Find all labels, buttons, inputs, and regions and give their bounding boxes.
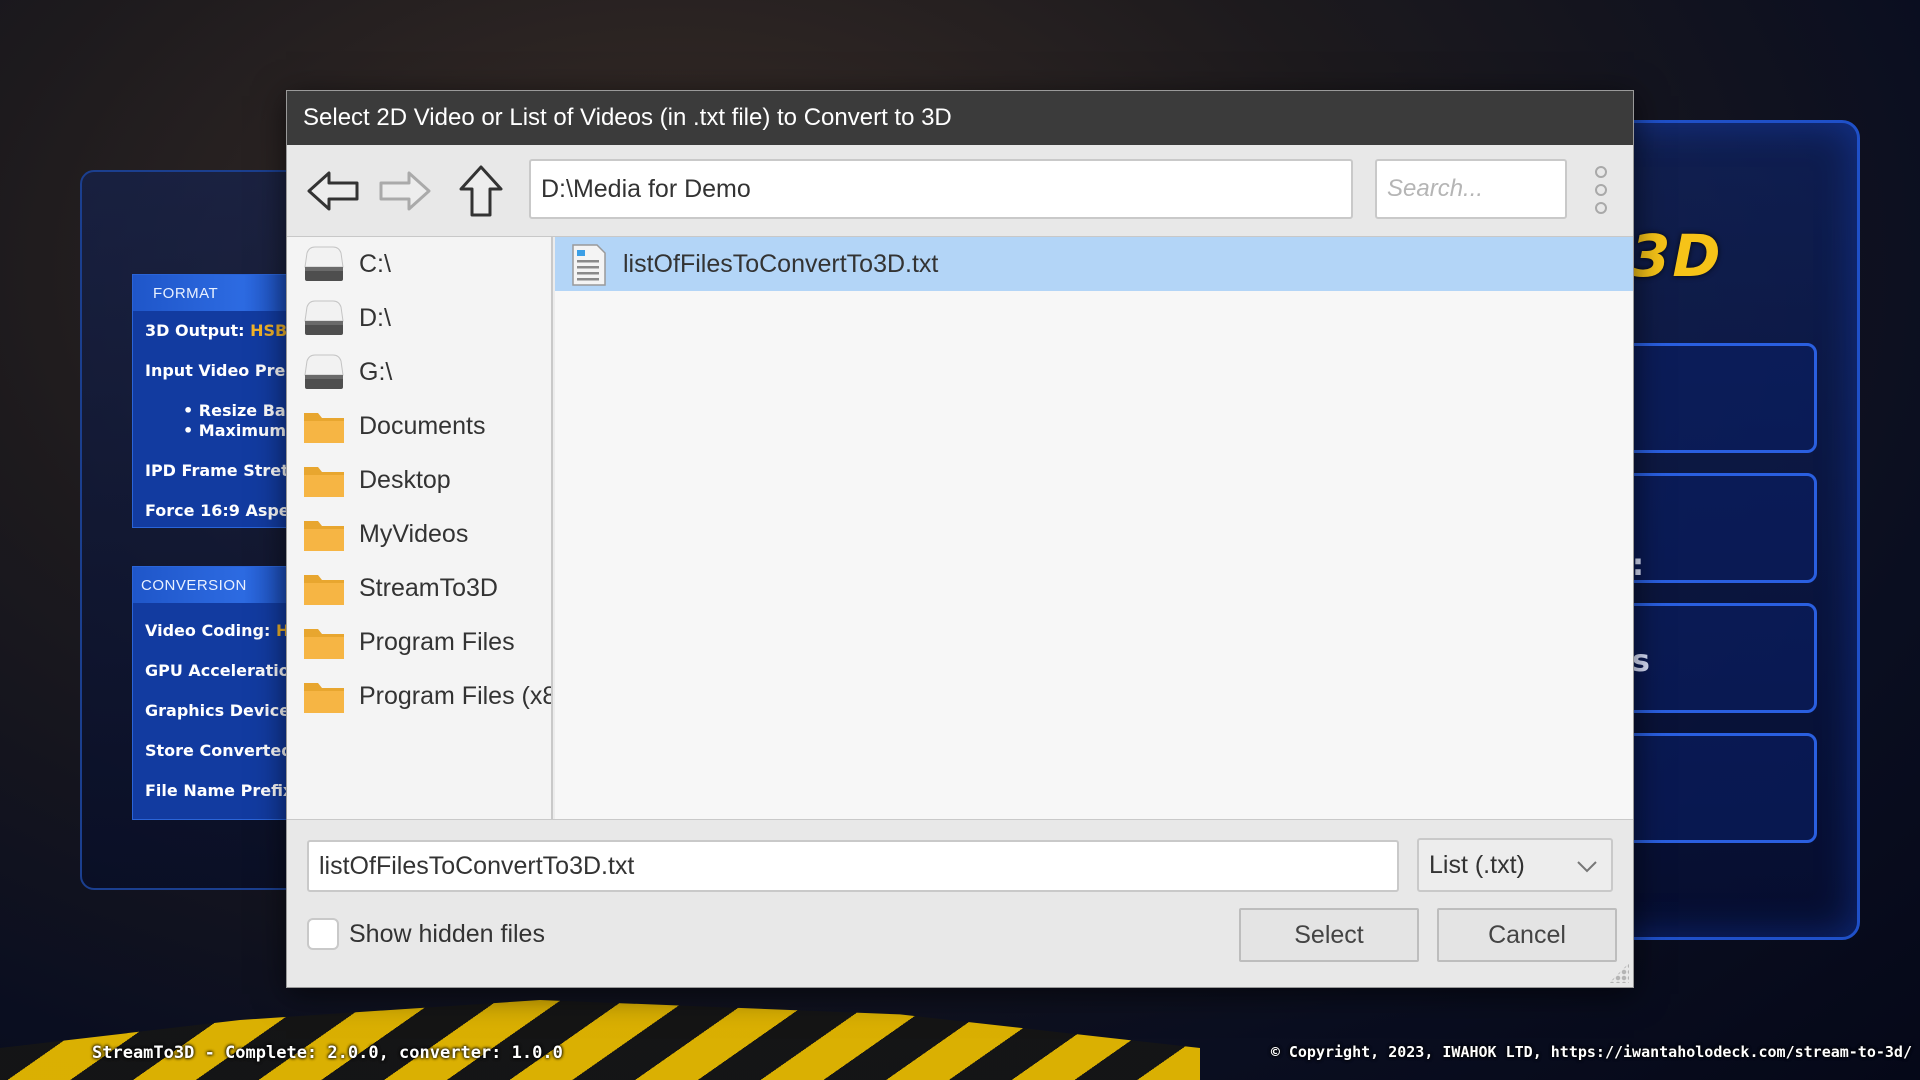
background-slot (1617, 733, 1817, 843)
file-row[interactable]: listOfFilesToConvertTo3D.txt (555, 237, 1633, 291)
dialog-title[interactable]: Select 2D Video or List of Videos (in .t… (287, 91, 1633, 145)
show-hidden-checkbox[interactable] (307, 918, 339, 950)
conversion-panel-header: CONVERSION (133, 567, 291, 603)
more-options-icon (1595, 202, 1607, 214)
text-file-icon (572, 244, 606, 286)
conversion-panel: CONVERSION Video Coding: Hig GPU Acceler… (132, 566, 311, 820)
more-options-icon (1595, 166, 1607, 178)
back-arrow-icon (307, 171, 359, 211)
sidebar-item-label: StreamTo3D (359, 573, 498, 602)
hazard-stripe-decoration (0, 1000, 1200, 1080)
show-hidden-toggle[interactable]: Show hidden files (307, 918, 545, 950)
chevron-down-icon (1577, 861, 1597, 873)
format-panel: FORMAT 3D Output: HSBS Input Video Pre-P… (132, 274, 307, 528)
sidebar-item-streamto3d[interactable]: StreamTo3D (287, 561, 551, 615)
file-list: listOfFilesToConvertTo3D.txt (555, 237, 1633, 819)
forward-arrow-icon (379, 171, 431, 211)
format-panel-header: FORMAT (133, 275, 291, 311)
sidebar-item-program-files[interactable]: Program Files (287, 615, 551, 669)
drive-icon (304, 354, 344, 389)
up-folder-button[interactable] (451, 161, 511, 221)
conversion-row[interactable]: GPU Acceleration (145, 661, 301, 680)
sidebar-item-label: Documents (359, 411, 486, 440)
sidebar-item-d-drive[interactable]: D:\ (287, 291, 551, 345)
file-select-dialog: Select 2D Video or List of Videos (in .t… (286, 90, 1634, 988)
format-row[interactable]: Force 16:9 Aspect (145, 501, 307, 520)
cancel-button[interactable]: Cancel (1437, 908, 1617, 962)
up-arrow-icon (459, 165, 503, 217)
file-type-value: List (.txt) (1429, 850, 1525, 879)
sidebar-item-desktop[interactable]: Desktop (287, 453, 551, 507)
version-text: StreamTo3D - Complete: 2.0.0, converter:… (92, 1043, 563, 1063)
background-glyph: s (1632, 644, 1650, 679)
background-slot (1617, 473, 1817, 583)
conversion-row[interactable]: File Name Prefix: (145, 781, 300, 800)
sidebar-item-label: C:\ (359, 249, 391, 278)
sidebar-item-label: Desktop (359, 465, 451, 494)
forward-button[interactable] (375, 161, 435, 221)
format-row[interactable]: • Resize Bas (183, 401, 295, 420)
sidebar-item-label: Program Files (359, 627, 515, 656)
file-type-select[interactable]: List (.txt) (1417, 838, 1613, 892)
format-row[interactable]: Input Video Pre-P (145, 361, 304, 380)
folder-icon (304, 629, 344, 659)
places-sidebar: C:\ D:\ G:\ Documents Desktop MyVideos S… (287, 237, 553, 819)
folder-icon (304, 521, 344, 551)
dialog-toolbar (287, 145, 1633, 237)
format-row[interactable]: 3D Output: HSBS (145, 321, 299, 340)
sidebar-item-c-drive[interactable]: C:\ (287, 237, 551, 291)
more-options-button[interactable] (1589, 163, 1613, 217)
folder-icon (304, 467, 344, 497)
folder-icon (304, 575, 344, 605)
sidebar-item-program-files-x86[interactable]: Program Files (x86) (287, 669, 551, 723)
background-slot (1617, 343, 1817, 453)
search-input[interactable] (1375, 159, 1567, 219)
conversion-row[interactable]: Graphics Device: (145, 701, 297, 720)
folder-icon (304, 413, 344, 443)
more-options-icon (1595, 184, 1607, 196)
sidebar-item-label: G:\ (359, 357, 393, 386)
folder-icon (304, 683, 344, 713)
copyright-text: © Copyright, 2023, IWAHOK LTD, https://i… (1270, 1043, 1912, 1061)
show-hidden-label: Show hidden files (349, 919, 545, 948)
select-button[interactable]: Select (1239, 908, 1419, 962)
sidebar-item-label: MyVideos (359, 519, 469, 548)
sidebar-item-label: D:\ (359, 303, 391, 332)
resize-grip-icon[interactable] (1609, 963, 1629, 983)
drive-icon (304, 300, 344, 335)
format-row[interactable]: IPD Frame Stretc (145, 461, 298, 480)
conversion-row[interactable]: Video Coding: Hig (145, 621, 306, 640)
sidebar-item-g-drive[interactable]: G:\ (287, 345, 551, 399)
dialog-footer: List (.txt) Show hidden files Select Can… (287, 819, 1633, 987)
sidebar-item-label: Program Files (x86) (359, 681, 551, 710)
filename-input[interactable] (307, 840, 1399, 892)
back-button[interactable] (303, 161, 363, 221)
sidebar-item-myvideos[interactable]: MyVideos (287, 507, 551, 561)
drive-icon (304, 246, 344, 281)
file-name: listOfFilesToConvertTo3D.txt (623, 249, 939, 278)
path-input[interactable] (529, 159, 1353, 219)
sidebar-item-documents[interactable]: Documents (287, 399, 551, 453)
app-logo-3d: 3D (1630, 222, 1723, 290)
